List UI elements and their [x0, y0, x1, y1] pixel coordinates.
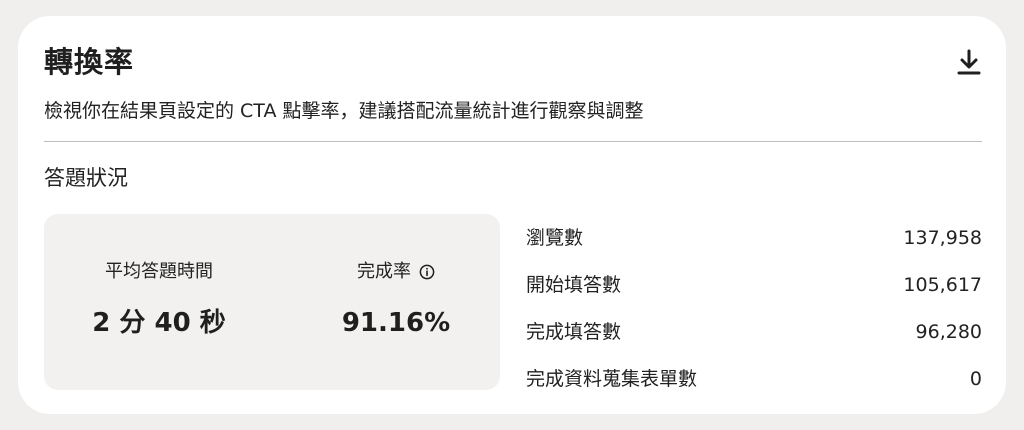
stat-label-started-answers: 開始填答數 [526, 273, 622, 296]
info-icon[interactable] [419, 264, 435, 280]
completion-rate-label: 完成率 [330, 258, 462, 286]
stat-row-completed-data-forms: 完成資料蒐集表單數 0 [526, 355, 982, 402]
completion-rate-label-text: 完成率 [357, 261, 411, 282]
average-answer-time-metric: 平均答題時間 2 分 40 秒 [84, 258, 234, 340]
stat-value-completed-data-forms: 0 [969, 367, 982, 390]
stat-label-completed-data-forms: 完成資料蒐集表單數 [526, 367, 698, 390]
stat-label-completed-answers: 完成填答數 [526, 320, 622, 343]
stat-value-started-answers: 105,617 [903, 273, 982, 296]
stat-label-views: 瀏覽數 [526, 226, 584, 249]
stat-row-views: 瀏覽數 137,958 [526, 214, 982, 261]
completion-rate-value: 91.16% [341, 308, 451, 338]
divider [44, 141, 982, 142]
conversion-rate-card: 轉換率 檢視你在結果頁設定的 CTA 點擊率，建議搭配流量統計進行觀察與調整 答… [18, 16, 1006, 414]
average-answer-time-label-text: 平均答題時間 [105, 261, 213, 282]
average-answer-time-value: 2 分 40 秒 [92, 308, 226, 338]
completion-rate-metric: 完成率 91.16% [330, 258, 462, 340]
answer-status-heading: 答題狀況 [44, 166, 128, 190]
download-icon[interactable] [956, 48, 982, 76]
stat-row-completed-answers: 完成填答數 96,280 [526, 308, 982, 355]
stat-row-started-answers: 開始填答數 105,617 [526, 261, 982, 308]
average-answer-time-label: 平均答題時間 [84, 258, 234, 286]
answer-summary-panel: 平均答題時間 2 分 40 秒 完成率 91.16% [44, 214, 500, 390]
stat-value-completed-answers: 96,280 [915, 320, 982, 343]
card-description: 檢視你在結果頁設定的 CTA 點擊率，建議搭配流量統計進行觀察與調整 [44, 100, 644, 122]
stat-value-views: 137,958 [903, 226, 982, 249]
answer-stats-list: 瀏覽數 137,958 開始填答數 105,617 完成填答數 96,280 完… [526, 214, 982, 402]
card-title: 轉換率 [44, 45, 135, 79]
